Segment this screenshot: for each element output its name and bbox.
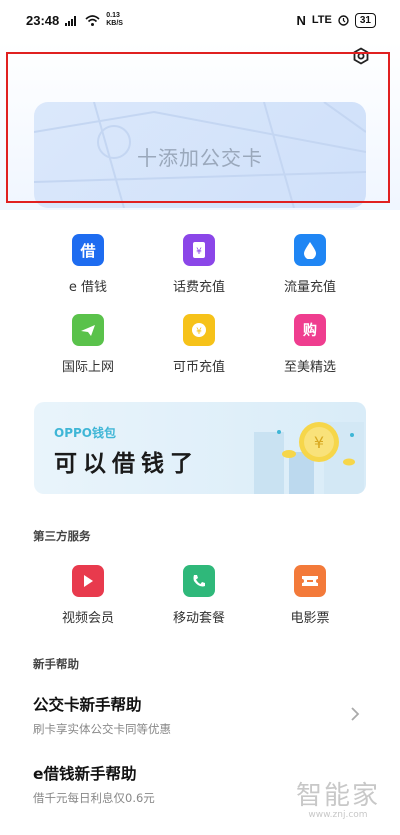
network-speed: 0.13 KB/S <box>106 12 123 27</box>
alarm-icon <box>338 14 349 26</box>
grid-item-data-topup[interactable]: 流量充值 <box>255 234 365 295</box>
service-label: 视频会员 <box>61 611 114 626</box>
data-drop-icon <box>294 234 326 266</box>
status-right: N LTE 31 <box>296 12 376 28</box>
wifi-icon <box>85 14 100 26</box>
grid-label: 至美精选 <box>283 360 336 375</box>
grid-item-roaming[interactable]: 国际上网 <box>33 314 143 375</box>
status-left: 23:48 0.13 KB/S <box>26 12 126 28</box>
play-icon <box>72 565 104 597</box>
nfc-icon: N <box>296 12 306 28</box>
banner-brand: OPPO钱包 <box>54 426 116 440</box>
loan-banner[interactable]: OPPO钱包 可以借钱了 ¥ <box>34 402 366 494</box>
service-video-vip[interactable]: 视频会员 <box>33 565 143 626</box>
svg-text:¥: ¥ <box>196 327 202 337</box>
airplane-icon <box>72 314 104 346</box>
help-title: 新手帮助 <box>33 657 79 671</box>
grid-item-phone-bill[interactable]: ¥ 话费充值 <box>144 234 254 295</box>
help-item-subtitle: 刷卡享实体公交卡同等优惠 <box>33 722 171 736</box>
lte-label: LTE <box>311 14 332 26</box>
grid-label: 可币充值 <box>172 360 225 375</box>
help-item-transit[interactable]: 公交卡新手帮助 刷卡享实体公交卡同等优惠 <box>33 693 373 737</box>
svg-text:¥: ¥ <box>314 433 324 452</box>
coin-icon: ¥ <box>183 314 215 346</box>
ticket-icon <box>294 565 326 597</box>
highlight-box <box>6 52 390 203</box>
watermark: 智能家 www.znj.com <box>288 775 388 820</box>
phone-handset-icon <box>183 565 215 597</box>
chevron-right-icon <box>351 707 360 721</box>
help-item-title: 公交卡新手帮助 <box>33 696 142 714</box>
shop-icon: 购 <box>294 314 326 346</box>
grid-label: 话费充值 <box>172 280 225 295</box>
e-loan-icon: 借 <box>72 234 104 266</box>
grid-item-coin-topup[interactable]: ¥ 可币充值 <box>144 314 254 375</box>
signal-icon <box>65 15 77 26</box>
third-party-title: 第三方服务 <box>33 529 91 543</box>
phone-bill-icon: ¥ <box>183 234 215 266</box>
grid-item-e-loan[interactable]: 借 e 借钱 <box>33 234 143 295</box>
svg-text:¥: ¥ <box>196 247 202 257</box>
battery-indicator: 31 <box>354 12 376 28</box>
service-movie-ticket[interactable]: 电影票 <box>255 565 365 626</box>
grid-label: e 借钱 <box>68 280 108 295</box>
service-label: 移动套餐 <box>172 611 225 626</box>
grid-label: 流量充值 <box>283 280 336 295</box>
grid-item-selection[interactable]: 购 至美精选 <box>255 314 365 375</box>
coin-illustration: ¥ <box>254 422 364 494</box>
status-bar: 23:48 0.13 KB/S N LTE 31 <box>0 0 400 40</box>
banner-title: 可以借钱了 <box>54 451 199 477</box>
watermark-text: 智能家 <box>295 781 380 811</box>
service-mobile-plan[interactable]: 移动套餐 <box>144 565 254 626</box>
grid-label: 国际上网 <box>61 360 114 375</box>
service-label: 电影票 <box>290 611 330 626</box>
status-time: 23:48 <box>26 12 60 28</box>
